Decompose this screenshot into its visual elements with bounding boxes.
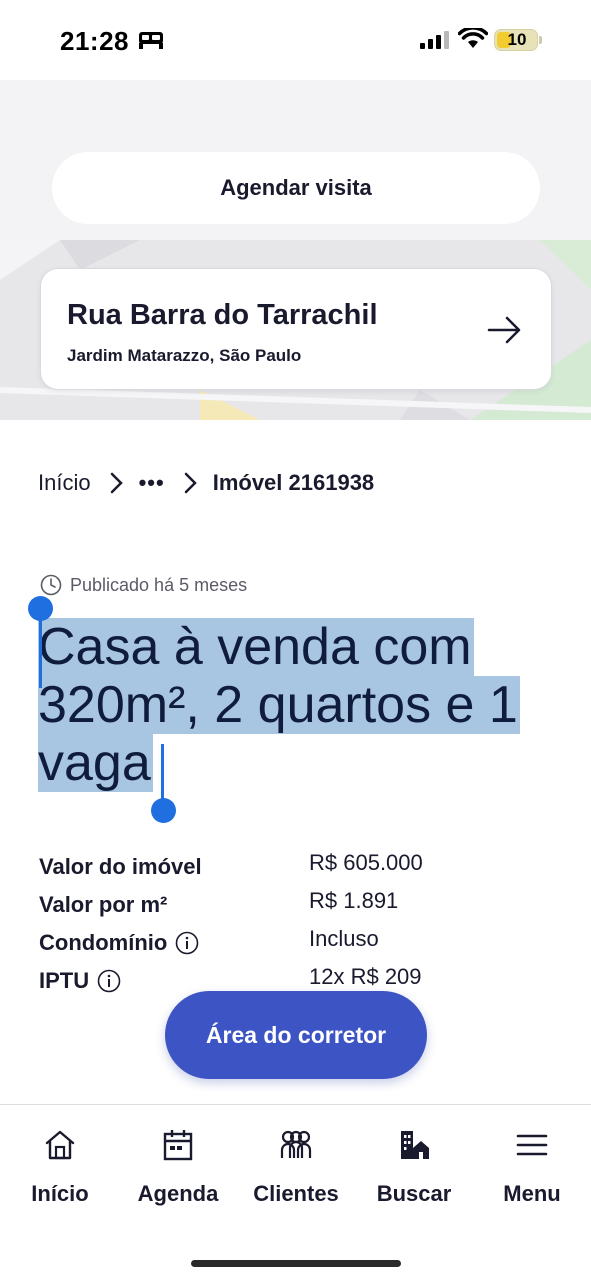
nav-label: Início [31,1181,89,1206]
nav-label: Buscar [376,1181,452,1206]
info-icon[interactable] [175,931,199,955]
selection-start-handle[interactable] [28,596,53,621]
nav-label: Menu [503,1181,561,1206]
building-search-icon [401,1131,429,1159]
nav-label: Clientes [253,1181,339,1206]
selection-end-handle[interactable] [151,798,176,823]
price-label: IPTU [39,968,90,993]
price-value: R$ 605.000 [309,850,423,875]
title-line-3: vaga [38,734,153,792]
status-bar: 21:28 10 [0,0,591,80]
battery-indicator: 10 [494,29,538,51]
menu-icon [516,1134,548,1156]
schedule-section: Agendar visita [0,80,591,240]
price-row-value: Valor do imóvel R$ 605.000 [39,850,559,884]
breadcrumb-current: Imóvel 2161938 [212,470,375,495]
schedule-visit-button[interactable]: Agendar visita [52,152,540,224]
bottom-navigation: Início Agenda Clientes Buscar Menu [0,1104,591,1280]
sleep-mode-icon [139,32,163,49]
chevron-right-icon [183,472,197,494]
published-text: Publicado há 5 meses [70,574,248,595]
wifi-icon [458,28,488,48]
price-row-per-m2: Valor por m² R$ 1.891 [39,888,559,922]
signal-icon [420,31,449,49]
info-icon[interactable] [97,969,121,993]
home-indicator[interactable] [191,1260,401,1267]
nav-item-home[interactable]: Início [1,1125,119,1207]
arrow-right-icon [487,316,521,344]
listing-title[interactable]: Casa à venda com 320m², 2 quartos e 1 va… [38,618,558,792]
price-value: Incluso [309,926,379,951]
breadcrumb: Início ••• Imóvel 2161938 [38,466,374,500]
address-street: Rua Barra do Tarrachil [67,299,378,331]
nav-item-menu[interactable]: Menu [473,1125,591,1207]
nav-item-search[interactable]: Buscar [355,1125,473,1207]
status-time: 21:28 [60,26,129,56]
breadcrumb-ellipsis[interactable]: ••• [139,470,165,496]
chevron-right-icon [109,472,123,494]
address-neighborhood: Jardim Matarazzo, São Paulo [67,346,302,365]
title-line-1: Casa à venda com [38,618,474,676]
price-label: Condomínio [39,930,168,955]
price-row-condo: Condomínio Incluso [39,926,559,960]
address-card[interactable]: Rua Barra do Tarrachil Jardim Matarazzo,… [40,268,552,390]
price-value: 12x R$ 209 [309,964,422,989]
title-line-2: 320m², 2 quartos e 1 [38,676,520,734]
battery-tip [539,36,542,44]
breadcrumb-home[interactable]: Início [38,470,91,496]
nav-item-agenda[interactable]: Agenda [119,1125,237,1207]
published-info: Publicado há 5 meses [40,574,247,596]
broker-area-button[interactable]: Área do corretor [165,991,427,1079]
nav-label: Agenda [137,1181,219,1206]
price-label: Valor por m² [39,892,168,917]
home-icon [45,1130,75,1160]
price-value: R$ 1.891 [309,888,399,913]
nav-item-clients[interactable]: Clientes [237,1125,355,1207]
price-label: Valor do imóvel [39,854,202,879]
clients-icon [280,1130,312,1158]
selection-end-caret [161,744,164,804]
battery-level: 10 [507,30,527,49]
clock-icon [40,574,62,596]
selection-start-caret [39,612,42,688]
calendar-icon [163,1130,193,1161]
